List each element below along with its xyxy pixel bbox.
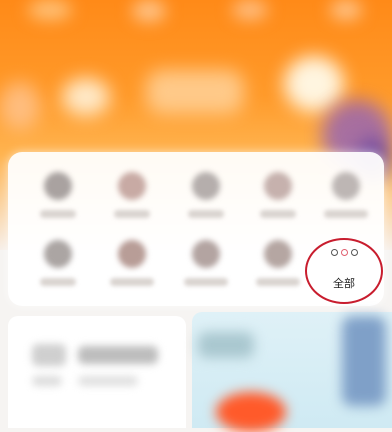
more-dots-icon	[307, 249, 381, 256]
shortcut-label-blurred	[184, 278, 228, 286]
shortcut-label-blurred	[114, 210, 150, 218]
shortcut-icon	[44, 240, 72, 268]
shortcut-label-blurred	[324, 210, 368, 218]
shortcut-label-blurred	[256, 278, 300, 286]
shortcut-icon	[332, 172, 360, 200]
shortcut-icon	[118, 172, 146, 200]
shortcut-item[interactable]	[254, 172, 304, 224]
shortcut-icon	[264, 240, 292, 268]
shortcut-icon	[118, 240, 146, 268]
shortcut-item[interactable]	[34, 240, 84, 292]
shortcut-label-blurred	[110, 278, 154, 286]
status-icon-blurred	[132, 0, 166, 22]
status-icon-blurred	[330, 0, 362, 20]
promo-title-blurred	[198, 332, 254, 358]
all-shortcuts-label: 全部	[333, 277, 355, 290]
shortcut-item[interactable]	[182, 172, 232, 224]
shortcut-item[interactable]	[322, 172, 372, 224]
status-icon-blurred	[232, 0, 268, 20]
promo-card-left[interactable]	[8, 316, 186, 428]
shortcut-icon	[264, 172, 292, 200]
shortcut-icon	[44, 172, 72, 200]
promo-title-blurred	[78, 346, 158, 364]
promo-image-blurred	[216, 392, 286, 432]
shortcut-label-blurred	[260, 210, 296, 218]
promo-card-right[interactable]	[192, 312, 392, 432]
promo-text-blurred	[32, 376, 62, 386]
shortcut-icon	[192, 172, 220, 200]
shortcut-item[interactable]	[34, 172, 84, 224]
shortcut-item[interactable]	[108, 172, 158, 224]
shortcut-item[interactable]	[108, 240, 158, 292]
shortcut-item[interactable]	[182, 240, 232, 292]
shortcut-label-blurred	[40, 278, 76, 286]
shortcut-label-blurred	[40, 210, 76, 218]
banner-image-blurred	[284, 56, 344, 112]
promo-icon-blurred	[32, 344, 66, 366]
shortcut-item[interactable]	[254, 240, 304, 292]
promo-figure-blurred	[342, 316, 386, 406]
promo-text-blurred	[78, 376, 138, 386]
all-shortcuts-button[interactable]: 全部	[305, 238, 383, 304]
status-icon-blurred	[28, 0, 72, 20]
banner-decoration	[0, 82, 40, 130]
banner-logo-blurred	[62, 78, 110, 116]
shortcut-icon	[192, 240, 220, 268]
banner-title-blurred	[146, 70, 244, 114]
shortcut-label-blurred	[188, 210, 224, 218]
